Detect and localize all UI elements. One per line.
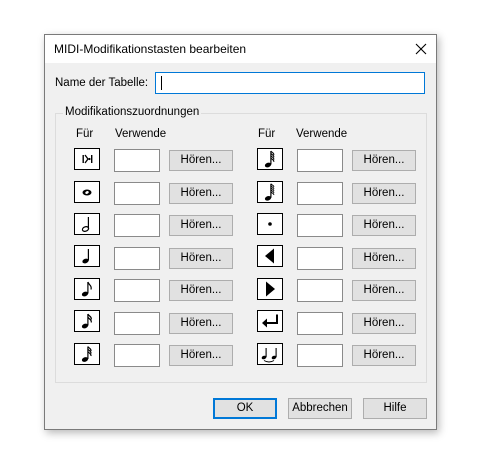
midi-modifier-dialog: MIDI-Modifikationstasten bearbeiten Name…: [44, 34, 437, 430]
cancel-button[interactable]: Abbrechen: [288, 398, 352, 419]
left-value-field-5[interactable]: [114, 279, 160, 302]
left-value-field-6[interactable]: [114, 312, 160, 335]
right-listen-button-1[interactable]: Hören...: [352, 150, 416, 171]
sixty-fourth-note-icon: [264, 150, 275, 168]
hundred-twenty-eighth-note-icon: [264, 183, 275, 201]
right-use-header: Verwende: [296, 128, 348, 140]
right-listen-button-4[interactable]: Hören...: [352, 248, 416, 269]
left-listen-button-5[interactable]: Hören...: [169, 280, 233, 301]
left-value-field-4[interactable]: [114, 247, 160, 270]
left-symbol-3: [74, 213, 100, 235]
right-value-field-1[interactable]: [297, 149, 343, 172]
left-listen-button-4[interactable]: Hören...: [169, 248, 233, 269]
left-listen-button-7[interactable]: Hören...: [169, 345, 233, 366]
group-title: Modifikationszuordnungen: [63, 106, 202, 118]
right-listen-button-5[interactable]: Hören...: [352, 280, 416, 301]
right-symbol-1: [257, 148, 283, 170]
left-listen-button-6[interactable]: Hören...: [169, 313, 233, 334]
right-value-field-2[interactable]: [297, 182, 343, 205]
close-button[interactable]: [406, 35, 436, 63]
left-symbol-2: [74, 181, 100, 203]
triangle-left-icon: [265, 248, 274, 264]
whole-note-icon: [82, 189, 92, 196]
left-symbol-5: [74, 278, 100, 300]
right-value-field-7[interactable]: [297, 344, 343, 367]
left-value-field-2[interactable]: [114, 182, 160, 205]
left-listen-button-3[interactable]: Hören...: [169, 215, 233, 236]
left-use-header: Verwende: [115, 128, 167, 140]
left-symbol-6: [74, 310, 100, 332]
return-arrow-icon: [262, 314, 278, 328]
right-symbol-4: [257, 245, 283, 267]
right-symbol-3: [257, 213, 283, 235]
right-listen-button-7[interactable]: Hören...: [352, 345, 416, 366]
right-symbol-7: [257, 343, 283, 365]
left-listen-button-1[interactable]: Hören...: [169, 150, 233, 171]
left-listen-button-2[interactable]: Hören...: [169, 183, 233, 204]
thirty-second-note-icon: [81, 346, 92, 362]
dot-icon: [268, 222, 272, 226]
table-name-label: Name der Tabelle:: [55, 77, 149, 89]
right-listen-button-3[interactable]: Hören...: [352, 215, 416, 236]
close-icon: [415, 43, 427, 55]
triangle-right-icon: [266, 281, 275, 297]
right-value-field-4[interactable]: [297, 247, 343, 270]
right-listen-button-6[interactable]: Hören...: [352, 313, 416, 334]
half-note-icon: [81, 217, 90, 232]
table-name-input[interactable]: [155, 72, 425, 94]
left-value-field-3[interactable]: [114, 214, 160, 237]
right-for-header: Für: [258, 128, 276, 140]
right-symbol-2: [257, 181, 283, 203]
left-value-field-7[interactable]: [114, 344, 160, 367]
dialog-title: MIDI-Modifikationstasten bearbeiten: [54, 42, 247, 56]
left-symbol-4: [74, 245, 100, 267]
sixteenth-note-icon: [81, 313, 92, 329]
text-caret: [161, 76, 162, 90]
ok-button[interactable]: OK: [213, 398, 277, 419]
left-symbol-1: [74, 148, 100, 170]
right-value-field-3[interactable]: [297, 214, 343, 237]
title-bar: MIDI-Modifikationstasten bearbeiten: [45, 35, 436, 63]
quarter-note-icon: [82, 249, 89, 264]
tie-note-icon: [261, 348, 277, 363]
left-symbol-7: [74, 343, 100, 365]
right-value-field-5[interactable]: [297, 279, 343, 302]
accent-staccato-icon: [82, 154, 93, 164]
right-symbol-5: [257, 278, 283, 300]
help-button[interactable]: Hilfe: [363, 398, 427, 419]
left-for-header: Für: [76, 128, 94, 140]
right-listen-button-2[interactable]: Hören...: [352, 183, 416, 204]
right-value-field-6[interactable]: [297, 312, 343, 335]
eighth-note-icon: [81, 281, 92, 297]
left-value-field-1[interactable]: [114, 149, 160, 172]
right-symbol-6: [257, 310, 283, 332]
